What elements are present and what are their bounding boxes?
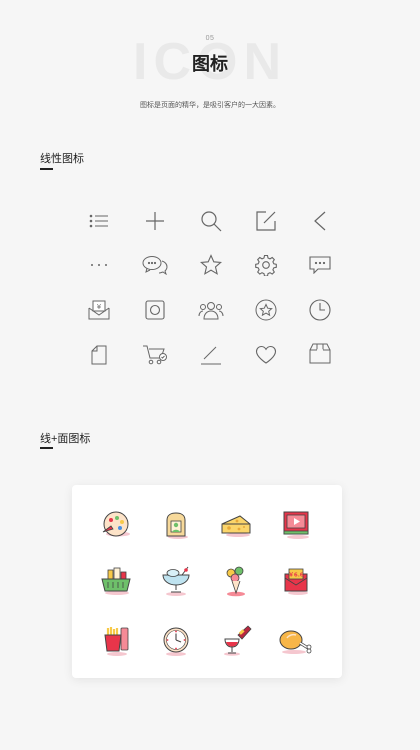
group-icon[interactable] [196, 295, 226, 325]
star-icon[interactable] [196, 250, 226, 280]
heart-icon[interactable] [251, 340, 281, 370]
red-envelope-icon[interactable]: ￥6.6 [278, 563, 314, 599]
yen-envelope-icon[interactable]: ¥ [84, 295, 114, 325]
fries-icon[interactable] [98, 623, 134, 659]
palette-icon[interactable] [98, 507, 134, 543]
message-icon[interactable] [305, 250, 335, 280]
more-icon[interactable] [84, 250, 114, 280]
wine-icon[interactable] [218, 623, 254, 659]
section-title-line: 线性图标 [40, 153, 84, 165]
svg-text:¥: ¥ [97, 303, 102, 311]
section-number: 05 [205, 35, 215, 42]
svg-text:￥6.6: ￥6.6 [288, 572, 303, 579]
clock-icon[interactable] [305, 295, 335, 325]
back-arrow-icon[interactable] [305, 206, 335, 236]
basket-icon[interactable] [98, 563, 134, 599]
cheese-icon[interactable] [218, 507, 254, 543]
section-underline [40, 447, 53, 449]
fill-icon-card: ￥6.6 [72, 485, 342, 678]
box-icon[interactable] [305, 338, 335, 368]
plus-icon[interactable] [140, 206, 170, 236]
ice-cream-icon[interactable] [218, 563, 254, 599]
camera-icon[interactable] [140, 295, 170, 325]
gear-icon[interactable] [251, 250, 281, 280]
favorite-icon[interactable] [251, 295, 281, 325]
chicken-leg-icon[interactable] [278, 623, 314, 659]
list-icon[interactable] [84, 206, 114, 236]
video-book-icon[interactable] [278, 507, 314, 543]
cart-icon[interactable] [140, 340, 170, 370]
document-icon[interactable] [84, 340, 114, 370]
chat-icon[interactable] [140, 250, 170, 280]
page-header: ICON 05 图标 图标是页面的精华，是吸引客户的一大因素。 [0, 0, 420, 120]
section-title-fill: 线+面图标 [40, 433, 91, 445]
page-subtitle: 图标是页面的精华，是吸引客户的一大因素。 [140, 102, 280, 109]
sandwich-icon[interactable] [158, 507, 194, 543]
cocktail-icon[interactable] [158, 563, 194, 599]
edit-icon[interactable] [251, 206, 281, 236]
page-title: 图标 [192, 54, 228, 74]
pen-icon[interactable] [196, 340, 226, 370]
section-underline [40, 168, 53, 170]
alarm-clock-icon[interactable] [158, 623, 194, 659]
search-icon[interactable] [196, 206, 226, 236]
